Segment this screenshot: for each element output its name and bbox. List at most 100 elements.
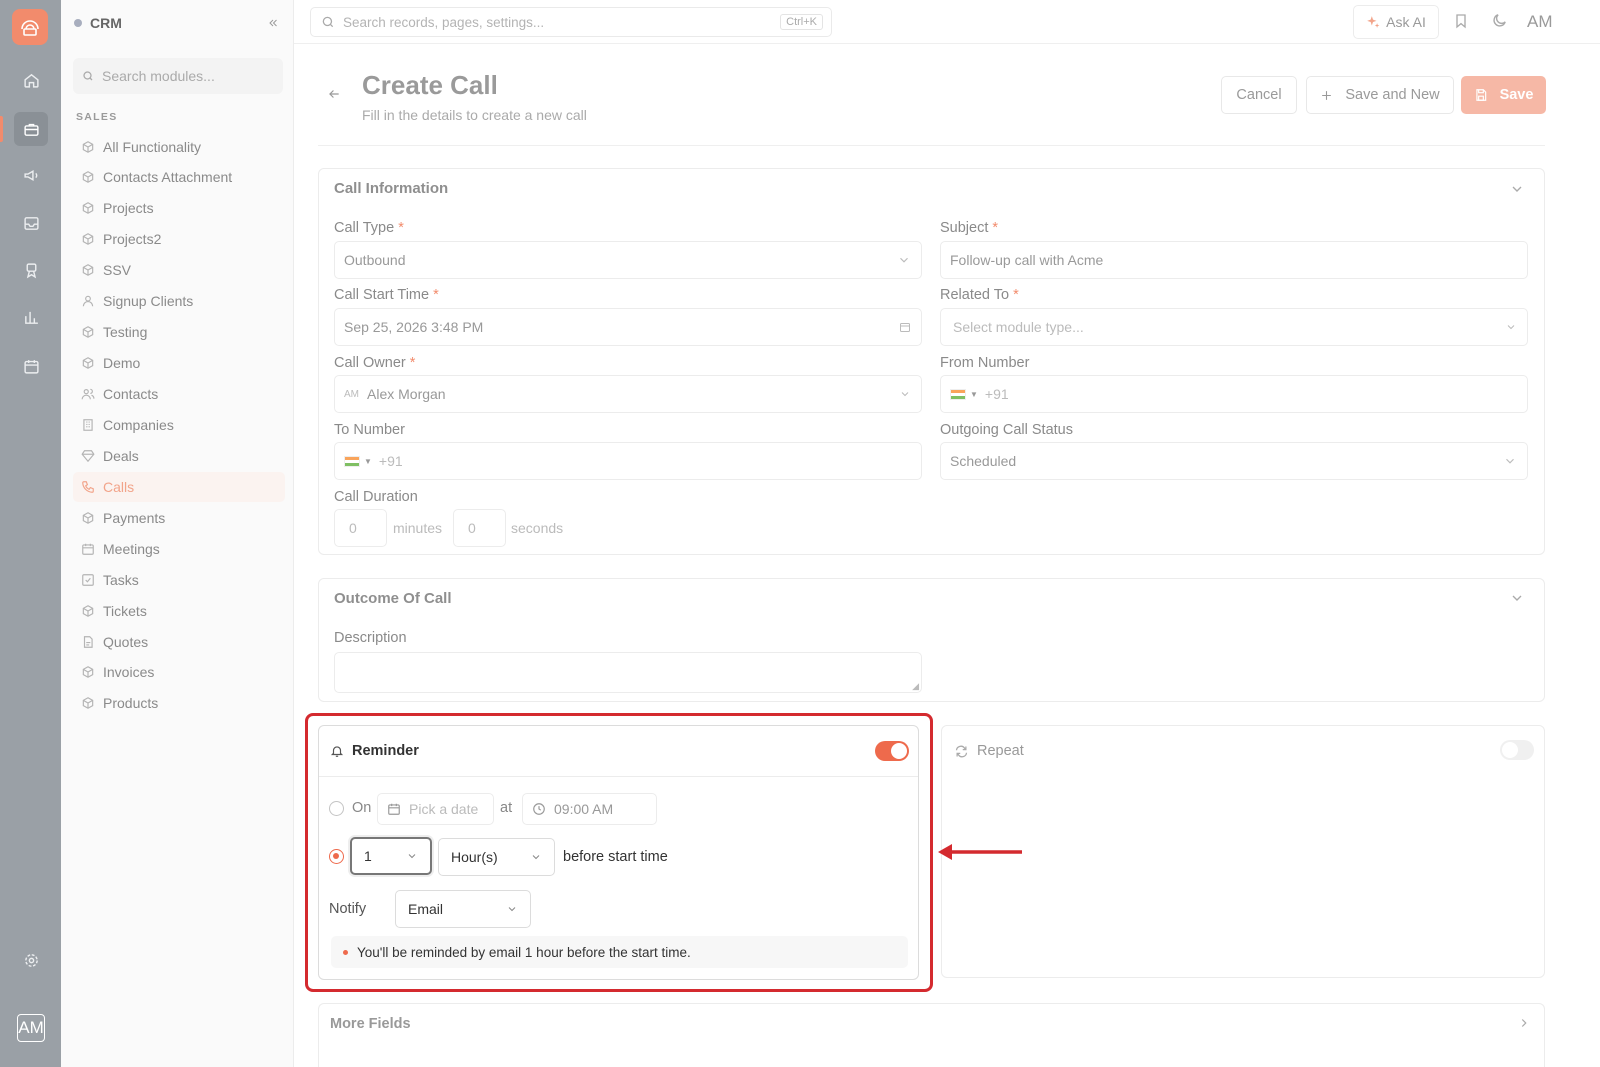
sidebar-item-tickets[interactable]: Tickets <box>73 596 285 626</box>
sidebar-item-contacts[interactable]: Contacts <box>73 379 285 409</box>
minutes-label: minutes <box>393 520 443 536</box>
calendar-icon <box>899 321 911 333</box>
bar-chart-icon[interactable] <box>14 300 48 334</box>
settings-icon[interactable] <box>14 943 48 977</box>
sidebar-item-signup-clients[interactable]: Signup Clients <box>73 286 285 316</box>
annotation-highlight-box <box>305 713 933 992</box>
sidebar-item-label: Payments <box>103 510 166 526</box>
global-search-input[interactable]: Search records, pages, settings... Ctrl+… <box>310 7 832 37</box>
sidebar-item-companies[interactable]: Companies <box>73 410 285 440</box>
sidebar-item-deals[interactable]: Deals <box>73 441 285 471</box>
call-duration-label: Call Duration <box>334 489 418 505</box>
briefcase-icon[interactable] <box>14 112 48 146</box>
sidebar-item-ssv[interactable]: SSV <box>73 255 285 285</box>
call-owner-select[interactable]: AM Alex Morgan <box>334 375 922 413</box>
cube-icon <box>82 357 94 369</box>
active-indicator <box>0 116 3 142</box>
collapse-sidebar-icon[interactable] <box>267 17 279 29</box>
call-owner-value: Alex Morgan <box>367 386 446 402</box>
owner-avatar: AM <box>344 388 359 400</box>
sidebar-item-label: Quotes <box>103 634 149 650</box>
cube-icon <box>82 233 94 245</box>
subject-input[interactable]: Follow-up call with Acme <box>940 241 1528 279</box>
sidebar-item-label: Testing <box>103 324 148 340</box>
chevron-down-icon[interactable] <box>1509 590 1525 606</box>
chevron-down-icon <box>1505 321 1517 333</box>
sidebar-item-testing[interactable]: Testing <box>73 317 285 347</box>
seconds-label: seconds <box>511 520 564 536</box>
user-avatar[interactable]: AM <box>17 1014 45 1042</box>
sidebar-item-meetings[interactable]: Meetings <box>73 534 285 564</box>
sidebar-item-contacts-attachment[interactable]: Contacts Attachment <box>73 162 285 192</box>
call-start-time-input[interactable]: Sep 25, 2026 3:48 PM <box>334 308 922 346</box>
save-and-new-button[interactable]: Save and New <box>1306 76 1454 114</box>
call-type-value: Outbound <box>344 252 406 268</box>
resize-handle-icon[interactable]: ◢ <box>912 681 919 692</box>
minutes-value: 0 <box>349 520 357 536</box>
call-type-select[interactable]: Outbound <box>334 241 922 279</box>
sidebar-item-projects[interactable]: Projects <box>73 193 285 223</box>
cube-icon <box>82 697 94 709</box>
save-and-new-label: Save and New <box>1345 87 1440 103</box>
sparkle-icon <box>1367 16 1380 28</box>
duration-minutes-input[interactable]: 0 <box>334 509 387 547</box>
chevron-down-icon[interactable] <box>1509 181 1525 197</box>
sidebar-item-label: Demo <box>103 355 141 371</box>
sidebar-item-demo[interactable]: Demo <box>73 348 285 378</box>
to-number-prefix: +91 <box>378 453 403 469</box>
cube-icon <box>82 202 94 214</box>
sidebar-item-payments[interactable]: Payments <box>73 503 285 533</box>
phone-icon <box>82 481 94 493</box>
award-icon[interactable] <box>14 253 48 287</box>
cube-icon <box>82 512 94 524</box>
repeat-toggle[interactable] <box>1500 740 1534 760</box>
sidebar-item-invoices[interactable]: Invoices <box>73 657 285 687</box>
back-arrow-icon[interactable] <box>327 87 341 101</box>
duration-seconds-input[interactable]: 0 <box>453 509 506 547</box>
from-number-input[interactable]: ▼ +91 <box>940 375 1528 413</box>
calendar-icon <box>82 543 94 555</box>
caret-down-icon: ▼ <box>970 389 978 399</box>
user-menu[interactable]: AM <box>1527 12 1553 32</box>
save-button[interactable]: Save <box>1461 76 1546 114</box>
sidebar-item-projects2[interactable]: Projects2 <box>73 224 285 254</box>
outgoing-call-status-select[interactable]: Scheduled <box>940 442 1528 480</box>
cube-icon <box>82 264 94 276</box>
description-label: Description <box>334 630 407 646</box>
inbox-icon[interactable] <box>14 206 48 240</box>
sidebar-section-label: SALES <box>76 111 118 123</box>
to-number-input[interactable]: ▼ +91 <box>334 442 922 480</box>
bookmark-icon[interactable] <box>1453 12 1469 30</box>
app-rail: AM <box>0 0 61 1067</box>
sidebar-item-label: Companies <box>103 417 174 433</box>
more-fields-card[interactable]: More Fields <box>318 1003 1545 1067</box>
cube-icon <box>82 326 94 338</box>
caret-down-icon: ▼ <box>364 456 372 466</box>
sidebar-item-all-functionality[interactable]: All Functionality <box>73 132 285 162</box>
module-search-input[interactable]: Search modules... <box>73 58 283 94</box>
india-flag-icon[interactable] <box>344 455 360 467</box>
search-shortcut: Ctrl+K <box>780 14 823 30</box>
megaphone-icon[interactable] <box>14 158 48 192</box>
sidebar-item-label: Invoices <box>103 664 155 680</box>
sidebar-item-quotes[interactable]: Quotes <box>73 627 285 657</box>
cube-icon <box>82 605 94 617</box>
sidebar-item-label: Projects2 <box>103 231 162 247</box>
description-textarea[interactable]: ◢ <box>334 652 922 693</box>
moon-icon[interactable] <box>1491 12 1508 29</box>
calendar-icon[interactable] <box>14 349 48 383</box>
checkbox-icon <box>82 574 94 586</box>
sidebar-item-products[interactable]: Products <box>73 688 285 718</box>
home-icon[interactable] <box>14 63 48 97</box>
ask-ai-button[interactable]: Ask AI <box>1353 5 1439 39</box>
india-flag-icon[interactable] <box>950 388 966 400</box>
search-icon <box>322 16 334 28</box>
app-logo[interactable] <box>12 9 48 45</box>
header-divider <box>318 145 1545 146</box>
sidebar-item-calls[interactable]: Calls <box>73 472 285 502</box>
cancel-button[interactable]: Cancel <box>1221 76 1297 114</box>
sidebar-item-label: Tasks <box>103 572 139 588</box>
sidebar-item-tasks[interactable]: Tasks <box>73 565 285 595</box>
sidebar-item-label: Calls <box>103 479 135 495</box>
related-to-select[interactable]: Select module type... <box>940 308 1528 346</box>
